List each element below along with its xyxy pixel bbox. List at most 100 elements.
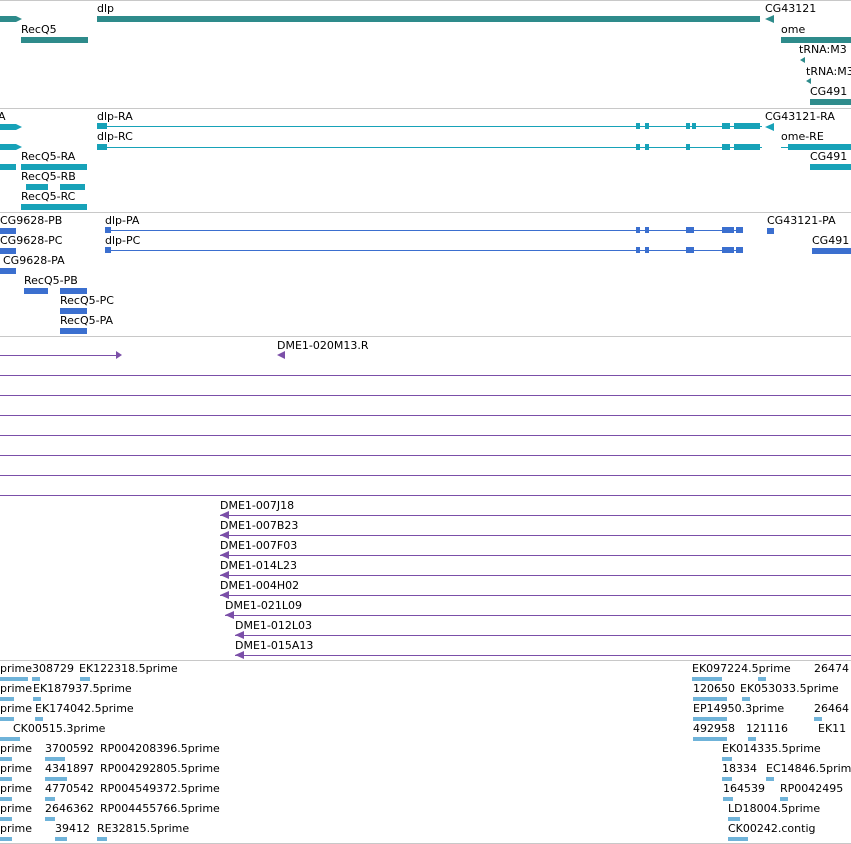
cds-label-dlp-pc[interactable]: dlp-PC: [105, 234, 140, 247]
est-label[interactable]: 18334: [722, 762, 757, 775]
transcript-exon[interactable]: [686, 123, 690, 129]
est-mark[interactable]: [0, 737, 20, 741]
est-label[interactable]: 308729: [32, 662, 74, 675]
cds-label-cg9628-pa[interactable]: CG9628-PA: [3, 254, 65, 267]
est-mark[interactable]: [693, 717, 727, 721]
cds-label-recq5-pa[interactable]: RecQ5-PA: [60, 314, 113, 327]
clone-arrow[interactable]: [277, 351, 285, 359]
cds-exon[interactable]: [686, 227, 694, 233]
clone-line[interactable]: [235, 655, 851, 656]
est-mark[interactable]: [693, 737, 727, 741]
est-mark[interactable]: [742, 697, 750, 701]
transcript-exon[interactable]: [722, 123, 730, 129]
transcript-label-recq5-ra[interactable]: RecQ5-RA: [21, 150, 75, 163]
transcript-exon[interactable]: [636, 144, 640, 150]
gene-bar-left-partial[interactable]: [0, 16, 16, 22]
clone-line[interactable]: [0, 395, 851, 396]
clone-line[interactable]: [0, 475, 851, 476]
gene-bar-recq5[interactable]: [21, 37, 88, 43]
est-mark[interactable]: [723, 797, 733, 801]
est-mark[interactable]: [45, 817, 55, 821]
transcript-label-cg491[interactable]: CG491: [810, 150, 847, 163]
est-mark[interactable]: [728, 837, 748, 841]
est-label[interactable]: EK174042.5prime: [35, 702, 134, 715]
est-mark[interactable]: [693, 697, 727, 701]
cds-exon[interactable]: [645, 227, 649, 233]
cds-exon[interactable]: [722, 227, 734, 233]
est-mark[interactable]: [814, 717, 822, 721]
gene-bar-dlp[interactable]: [97, 16, 760, 22]
est-label[interactable]: 39412: [55, 822, 90, 835]
transcript-line-dlp-rc[interactable]: [97, 147, 762, 148]
est-mark[interactable]: [722, 777, 732, 781]
transcript-label-cg43121-ra[interactable]: CG43121-RA: [765, 110, 835, 123]
gene-bar-cg491[interactable]: [810, 99, 851, 105]
transcript-exon[interactable]: [734, 123, 760, 129]
cds-exon[interactable]: [736, 227, 743, 233]
est-mark[interactable]: [0, 697, 14, 701]
est-label[interactable]: 26474: [814, 662, 849, 675]
cds-label-recq5-pc[interactable]: RecQ5-PC: [60, 294, 114, 307]
cds-exon[interactable]: [636, 247, 640, 253]
est-label[interactable]: prime: [0, 822, 32, 835]
est-label[interactable]: EK11: [818, 722, 846, 735]
clone-label-dme1-015a13[interactable]: DME1-015A13: [235, 639, 313, 652]
transcript-label-recq5-rc[interactable]: RecQ5-RC: [21, 190, 75, 203]
est-label[interactable]: prime: [0, 682, 32, 695]
est-mark[interactable]: [0, 777, 12, 781]
transcript-arrow-cg43121[interactable]: [765, 123, 774, 131]
cds-label-dlp-pa[interactable]: dlp-PA: [105, 214, 139, 227]
cds-exon[interactable]: [105, 227, 111, 233]
cds-label-cg491[interactable]: CG491: [812, 234, 849, 247]
est-label[interactable]: CK00242.contig: [728, 822, 815, 835]
est-label[interactable]: RE32815.5prime: [97, 822, 189, 835]
est-label[interactable]: EK097224.5prime: [692, 662, 791, 675]
est-label[interactable]: 4770542: [45, 782, 94, 795]
cds-exon[interactable]: [645, 247, 649, 253]
transcript-label-recq5-rb[interactable]: RecQ5-RB: [21, 170, 76, 183]
cds-label-cg43121-pa[interactable]: CG43121-PA: [767, 214, 836, 227]
clone-line[interactable]: [235, 635, 851, 636]
est-label[interactable]: prime: [0, 762, 32, 775]
gene-arrow-cg43121[interactable]: [765, 15, 774, 23]
est-mark[interactable]: [32, 677, 40, 681]
est-label[interactable]: EK187937.5prime: [33, 682, 132, 695]
est-mark[interactable]: [97, 837, 107, 841]
clone-line[interactable]: [0, 355, 116, 356]
clone-label-dme1-021l09[interactable]: DME1-021L09: [225, 599, 302, 612]
est-mark[interactable]: [55, 837, 67, 841]
est-mark[interactable]: [722, 757, 732, 761]
est-label[interactable]: 2646362: [45, 802, 94, 815]
transcript-exon[interactable]: [810, 164, 851, 170]
clone-line[interactable]: [0, 415, 851, 416]
est-mark[interactable]: [0, 757, 12, 761]
est-label[interactable]: prime: [0, 742, 32, 755]
clone-line[interactable]: [0, 435, 851, 436]
clone-line[interactable]: [220, 575, 851, 576]
est-label[interactable]: RP004549372.5prime: [100, 782, 220, 795]
est-label[interactable]: prime: [0, 702, 32, 715]
cds-exon[interactable]: [736, 247, 743, 253]
transcript-exon[interactable]: [722, 144, 730, 150]
transcript-exon[interactable]: [645, 144, 649, 150]
clone-line[interactable]: [225, 615, 851, 616]
est-mark[interactable]: [758, 677, 766, 681]
est-label[interactable]: RP004455766.5prime: [100, 802, 220, 815]
est-label[interactable]: 3700592: [45, 742, 94, 755]
transcript-exon[interactable]: [0, 164, 16, 170]
est-mark[interactable]: [33, 697, 41, 701]
transcript-label-dlp-rc[interactable]: dlp-RC: [97, 130, 133, 143]
est-mark[interactable]: [692, 677, 722, 681]
cds-label-recq5-pb[interactable]: RecQ5-PB: [24, 274, 78, 287]
cds-exon[interactable]: [60, 328, 87, 334]
est-mark[interactable]: [80, 677, 90, 681]
clone-line[interactable]: [220, 595, 851, 596]
transcript-exon[interactable]: [734, 144, 760, 150]
clone-label-dme1-007f03[interactable]: DME1-007F03: [220, 539, 297, 552]
est-label[interactable]: EC14846.5prime: [766, 762, 851, 775]
cds-exon[interactable]: [686, 247, 694, 253]
transcript-label-ome-re[interactable]: ome-RE: [781, 130, 824, 143]
transcript-exon[interactable]: [692, 123, 696, 129]
clone-label-dme1-012l03[interactable]: DME1-012L03: [235, 619, 312, 632]
cds-exon[interactable]: [105, 247, 111, 253]
